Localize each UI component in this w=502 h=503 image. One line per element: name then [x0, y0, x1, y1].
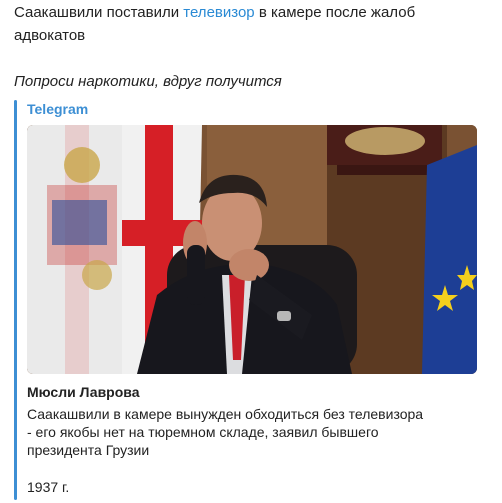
preview-photo[interactable] — [27, 125, 477, 374]
message-text-after-link: в камере после жалоб — [254, 4, 416, 21]
message-link-televisor[interactable]: телевизор — [183, 4, 254, 21]
message-comment: Попроси наркотики, вдруг получится — [14, 73, 282, 90]
preview-description-line: - его якобы нет на тюремном складе, заяв… — [27, 424, 379, 440]
message-line-1: Саакашвили поставили телевизор в камере … — [14, 2, 415, 24]
preview-title: Мюсли Лаврова — [27, 384, 140, 400]
preview-photo-image — [27, 125, 477, 374]
preview-description-line: президента Грузии — [27, 442, 150, 458]
message-line-2: адвокатов — [14, 27, 86, 44]
preview-site-name[interactable]: Telegram — [27, 100, 88, 118]
message-text-before-link: Саакашвили поставили — [14, 4, 184, 21]
preview-footer: 1937 г. — [27, 479, 70, 495]
preview-accent-bar — [14, 100, 17, 500]
preview-description-line: Саакашвили в камере вынужден обходиться … — [27, 406, 424, 422]
preview-description: Саакашвили в камере вынужден обходиться … — [27, 405, 477, 459]
link-preview[interactable]: Telegram Мюсли Лаврова Саакашвили в каме… — [14, 100, 484, 500]
message-bubble: Саакашвили поставили телевизор в камере … — [0, 0, 502, 503]
